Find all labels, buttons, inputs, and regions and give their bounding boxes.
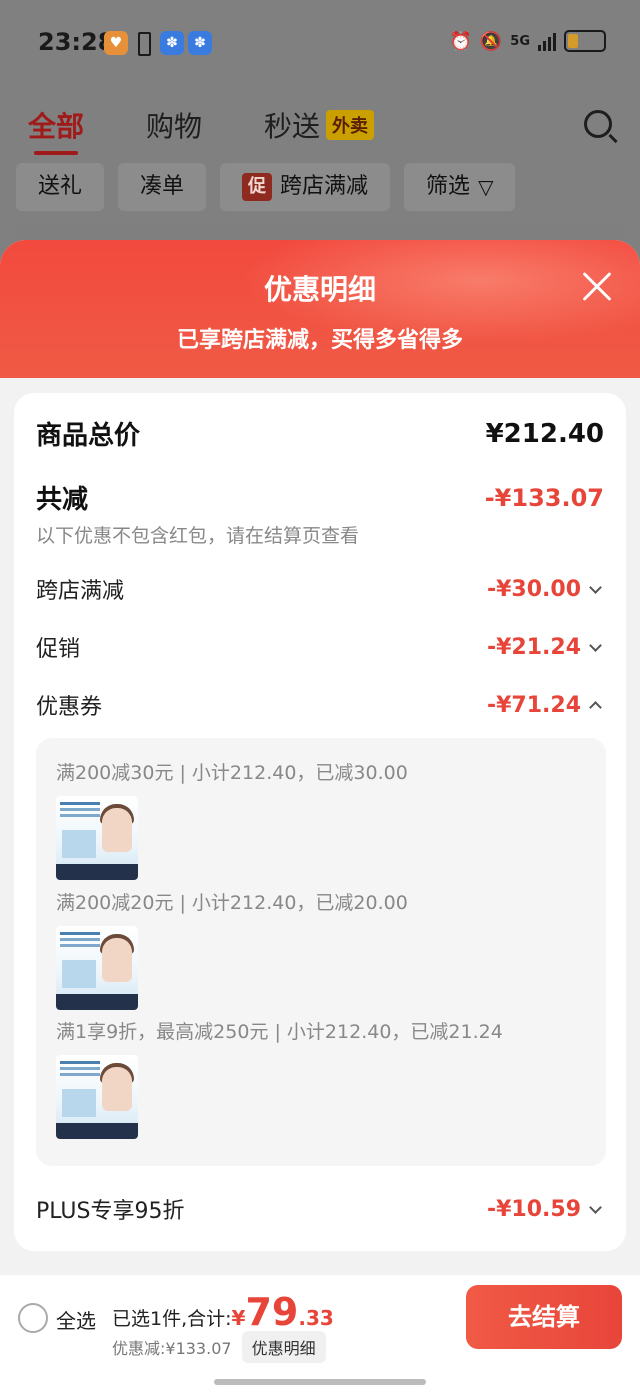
mute-icon: 🔕 [479, 30, 503, 52]
chevron-down-icon [589, 638, 602, 652]
product-thumbnail [56, 926, 138, 1010]
total-reduce-row: 共减 -¥133.07 [36, 479, 604, 516]
selected-count-text: 已选1件,合计: [112, 1308, 232, 1330]
total-amount-integer: 79 [245, 1290, 299, 1334]
app-notification-icon: ♥ [104, 31, 128, 55]
battery-saver-icon [138, 32, 151, 56]
discount-row-plus[interactable]: PLUS专享95折 -¥10.59 [36, 1193, 604, 1225]
sheet-title: 优惠明细 [263, 273, 376, 306]
tab-instant-label: 秒送 [264, 110, 321, 143]
coupon-detail-box: 满200减30元 | 小计212.40，已减30.00 满200减20元 | 小… [36, 738, 606, 1166]
discount-row-coupon[interactable]: 优惠券 -¥71.24 [36, 689, 604, 721]
chevron-down-icon [589, 580, 602, 594]
currency-symbol: ¥ [231, 1306, 246, 1330]
discount-label: 优惠券 [36, 695, 103, 720]
status-time: 23:28 [38, 28, 115, 56]
chip-gift[interactable]: 送礼 [16, 163, 105, 211]
total-line: 已选1件,合计: ¥ 79 .33 [112, 1290, 334, 1334]
total-price-value: ¥212.40 [485, 418, 604, 449]
status-right-icons: ⏰ 🔕 5G [449, 30, 606, 52]
top-tabs: 全部 购物 秒送 外卖 [28, 105, 375, 155]
plus-label: PLUS专享95折 [36, 1199, 185, 1224]
discount-value: -¥71.24 [486, 692, 581, 718]
chip-filter-label: 筛选 [426, 174, 471, 199]
sheet-subtitle: 已享跨店满减，买得多省得多 [176, 328, 463, 353]
coupon-line: 满1享9折，最高减250元 | 小计212.40，已减21.24 [56, 1021, 503, 1043]
total-reduce-value: -¥133.07 [484, 483, 604, 512]
status-bar: 23:28 ♥ ✽ ✽ ⏰ 🔕 5G [0, 0, 640, 88]
home-indicator[interactable] [214, 1379, 426, 1385]
total-price-label: 商品总价 [36, 421, 141, 451]
total-price-row: 商品总价 ¥212.40 [36, 415, 604, 452]
checkout-button[interactable]: 去结算 [466, 1285, 622, 1349]
filter-chips: 送礼 凑单 促 跨店满减 筛选 ▽ [16, 163, 516, 211]
product-thumbnail [56, 796, 138, 880]
discount-value: -¥21.24 [486, 634, 581, 660]
plus-value: -¥10.59 [486, 1196, 581, 1222]
signal-icon [538, 31, 556, 51]
chip-filter[interactable]: 筛选 ▽ [404, 163, 516, 211]
chevron-up-icon [589, 700, 602, 714]
close-icon[interactable] [580, 270, 614, 304]
discount-row-cross-store[interactable]: 跨店满减 -¥30.00 [36, 573, 604, 605]
chip-cross-store[interactable]: 促 跨店满减 [220, 163, 391, 211]
discount-label: 促销 [36, 637, 81, 662]
product-thumbnail [56, 1055, 138, 1139]
select-all-radio[interactable] [18, 1303, 48, 1333]
discount-label: 跨店满减 [36, 579, 125, 604]
checkout-bar: 全选 已选1件,合计: ¥ 79 .33 优惠减:¥133.07 优惠明细 去结… [0, 1275, 640, 1400]
alarm-icon: ⏰ [449, 30, 472, 52]
chevron-down-icon [589, 1200, 602, 1214]
filter-funnel-icon: ▽ [478, 175, 494, 199]
promo-tag: 促 [242, 173, 273, 201]
select-all-label[interactable]: 全选 [56, 1305, 96, 1334]
baidu-paw-icon: ✽ [160, 31, 184, 55]
sheet-header: 优惠明细 已享跨店满减，买得多省得多 [0, 240, 640, 378]
baidu-paw-icon: ✽ [188, 31, 212, 55]
discount-summary-text: 优惠减:¥133.07 [112, 1339, 232, 1358]
discount-card: 商品总价 ¥212.40 共减 -¥133.07 以下优惠不包含红包，请在结算页… [14, 393, 626, 1251]
coupon-line: 满200减30元 | 小计212.40，已减30.00 [56, 762, 408, 784]
discount-detail-sheet: 优惠明细 已享跨店满减，买得多省得多 商品总价 ¥212.40 共减 -¥133… [0, 240, 640, 1400]
search-icon[interactable] [584, 110, 612, 138]
discount-row-promo[interactable]: 促销 -¥21.24 [36, 631, 604, 663]
chip-cross-store-label: 跨店满减 [280, 174, 369, 199]
discount-value: -¥30.00 [486, 576, 581, 602]
battery-icon [564, 30, 606, 52]
discount-note: 以下优惠不包含红包，请在结算页查看 [36, 525, 360, 547]
total-amount-decimal: .33 [298, 1306, 334, 1330]
tab-all[interactable]: 全部 [28, 105, 84, 155]
tab-shopping[interactable]: 购物 [146, 105, 202, 145]
waimai-badge: 外卖 [326, 110, 375, 140]
discount-detail-button[interactable]: 优惠明细 [241, 1331, 326, 1363]
chip-bundle[interactable]: 凑单 [118, 163, 207, 211]
tab-instant[interactable]: 秒送 外卖 [264, 105, 375, 145]
total-reduce-label: 共减 [36, 485, 89, 515]
discount-summary: 优惠减:¥133.07 优惠明细 [112, 1331, 326, 1363]
network-label: 5G [510, 33, 530, 49]
coupon-line: 满200减20元 | 小计212.40，已减20.00 [56, 892, 408, 914]
